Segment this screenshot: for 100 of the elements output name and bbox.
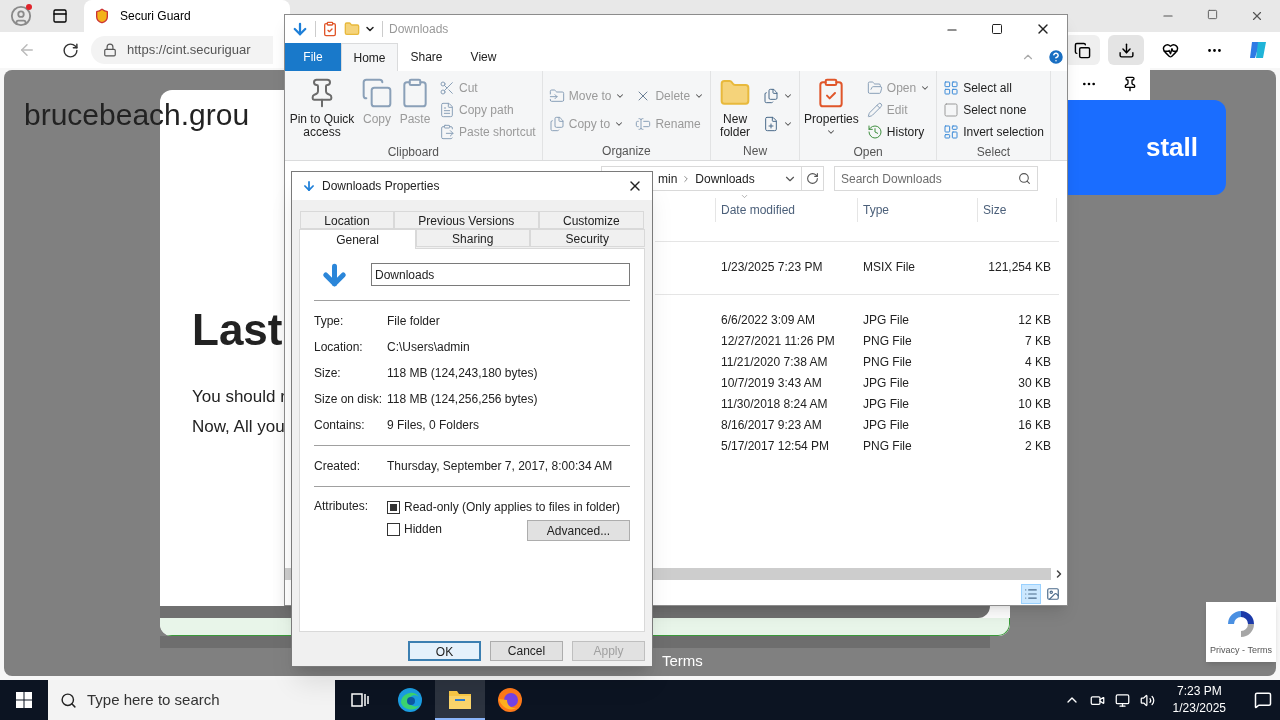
size-cell-text: 10 KB <box>1017 395 1052 413</box>
column-header[interactable]: Size <box>977 198 1057 222</box>
collections-icon[interactable] <box>1073 41 1091 59</box>
details-view-button[interactable] <box>1021 584 1041 604</box>
close-icon[interactable] <box>1250 9 1264 23</box>
recaptcha-links[interactable]: Privacy - Terms <box>1210 644 1272 658</box>
ribbon-button[interactable]: History <box>864 121 933 143</box>
group-label: Organize <box>601 143 652 160</box>
field-value: Thursday, September 7, 2017, 8:00:34 AM <box>387 458 613 475</box>
field-label: Attributes: <box>314 498 370 515</box>
image-icon <box>1046 587 1060 601</box>
install-button[interactable]: stall <box>1068 100 1226 195</box>
field-value: 118 MB (124,256,256 bytes) <box>387 391 538 408</box>
field-value: File folder <box>387 313 440 330</box>
tab[interactable]: Sharing <box>416 229 530 247</box>
checkbox[interactable] <box>387 522 400 536</box>
size-cell-text: 16 KB <box>1017 416 1052 434</box>
type-cell-text: PNG File <box>862 332 913 350</box>
caret-icon <box>826 127 837 137</box>
clock[interactable]: 7:23 PM 1/23/2025 <box>1164 683 1234 717</box>
pencil-icon <box>866 102 883 118</box>
downloads-icon[interactable] <box>1117 41 1135 59</box>
ribbon-tab[interactable]: View <box>455 43 512 71</box>
properties-icon[interactable] <box>322 21 338 37</box>
browser-tab[interactable]: Securi Guard <box>84 0 290 32</box>
history-icon <box>866 124 883 140</box>
breadcrumb[interactable]: Downloads <box>695 169 755 188</box>
ribbon-button[interactable]: New folder <box>715 77 756 139</box>
caret-icon <box>694 91 705 101</box>
caret-icon <box>783 119 794 129</box>
copilot-icon[interactable] <box>1248 40 1268 60</box>
tab[interactable]: Location <box>300 211 394 229</box>
tab[interactable]: Customize <box>538 211 644 229</box>
volume-icon[interactable] <box>1139 692 1155 708</box>
help-icon[interactable] <box>1047 48 1065 66</box>
caret-icon <box>920 83 931 93</box>
date-cell-text: 12/27/2021 11:26 PM <box>720 332 836 350</box>
file-plus-icon <box>763 116 780 132</box>
task-view-icon <box>350 690 370 710</box>
type-cell-text: PNG File <box>862 437 913 455</box>
ribbon-button[interactable]: Select none <box>941 99 1046 121</box>
size-cell-text: 2 KB <box>1024 437 1052 455</box>
ribbon-tab[interactable]: File <box>285 43 341 71</box>
profile-icon[interactable] <box>10 5 32 27</box>
ribbon-tab[interactable]: Share <box>398 43 455 71</box>
network-icon[interactable] <box>1114 692 1130 708</box>
select-all-icon <box>943 80 960 96</box>
tab-actions-icon[interactable] <box>52 8 68 24</box>
health-icon[interactable] <box>1161 41 1179 59</box>
name-field[interactable]: Downloads <box>371 263 630 286</box>
dialog-title: Downloads Properties <box>322 178 440 195</box>
invert-selection-icon <box>943 124 960 140</box>
column-header[interactable]: Date modified <box>715 198 857 222</box>
terms-link[interactable]: Terms <box>662 650 703 673</box>
date-cell-text: 10/7/2019 3:43 AM <box>720 374 823 392</box>
ribbon-button[interactable]: Select all <box>941 77 1046 99</box>
size-cell-text: 4 KB <box>1024 353 1052 371</box>
search-field[interactable]: Search Downloads <box>834 166 1038 191</box>
open-icon <box>866 80 883 96</box>
field-label: Size on disk: <box>314 391 384 408</box>
dialog-button[interactable]: OK <box>408 641 481 661</box>
maximize-icon[interactable] <box>991 23 1003 35</box>
size-cell-text: 12 KB <box>1017 311 1052 329</box>
ribbon-button[interactable]: Invert selection <box>941 121 1046 143</box>
rename-icon <box>635 116 652 132</box>
advanced-button[interactable]: Advanced... <box>527 520 630 541</box>
url-field[interactable]: https://cint.securiguar <box>91 36 273 64</box>
group-label: Select <box>975 144 1012 161</box>
checkbox-label: Read-only (Only applies to files in folder) <box>404 499 621 516</box>
breadcrumb[interactable]: min <box>658 169 678 188</box>
caret-icon <box>614 119 625 129</box>
window-title: Downloads <box>389 21 449 38</box>
caret-icon <box>783 91 794 101</box>
restore-icon[interactable] <box>1207 9 1218 20</box>
date-cell-text: 11/21/2020 7:38 AM <box>720 353 829 371</box>
column-header[interactable]: Type <box>857 198 977 222</box>
tab[interactable]: Previous Versions <box>394 211 539 229</box>
ribbon-button[interactable]: Properties <box>804 77 859 137</box>
taskbar-app[interactable] <box>435 680 485 720</box>
firefox-icon <box>497 687 523 713</box>
files-icon <box>763 88 780 104</box>
refresh-icon[interactable] <box>62 41 79 59</box>
select-none-icon <box>943 102 960 118</box>
type-cell-text: JPG File <box>862 374 910 392</box>
notifications-icon[interactable] <box>1254 691 1272 709</box>
group-label: Clipboard <box>386 144 441 161</box>
date-cell-text: 6/6/2022 3:09 AM <box>720 311 817 329</box>
ribbon-tab[interactable]: Home <box>341 43 398 71</box>
checkbox[interactable] <box>387 500 400 514</box>
search-icon <box>60 691 77 709</box>
ribbon-button[interactable]: Pin to Quick access <box>289 77 355 139</box>
dialog-button[interactable]: Cancel <box>490 641 563 661</box>
field-value: 9 Files, 0 Folders <box>387 417 480 434</box>
refresh-icon[interactable] <box>806 172 819 185</box>
size-cell-text: 121,254 KB <box>987 258 1052 276</box>
tab[interactable]: General <box>299 229 416 249</box>
field-value: 118 MB (124,243,180 bytes) <box>387 365 538 382</box>
search-field[interactable]: Type here to search <box>48 680 335 720</box>
download-arrow-icon <box>302 179 316 193</box>
tab[interactable]: Security <box>529 229 645 247</box>
